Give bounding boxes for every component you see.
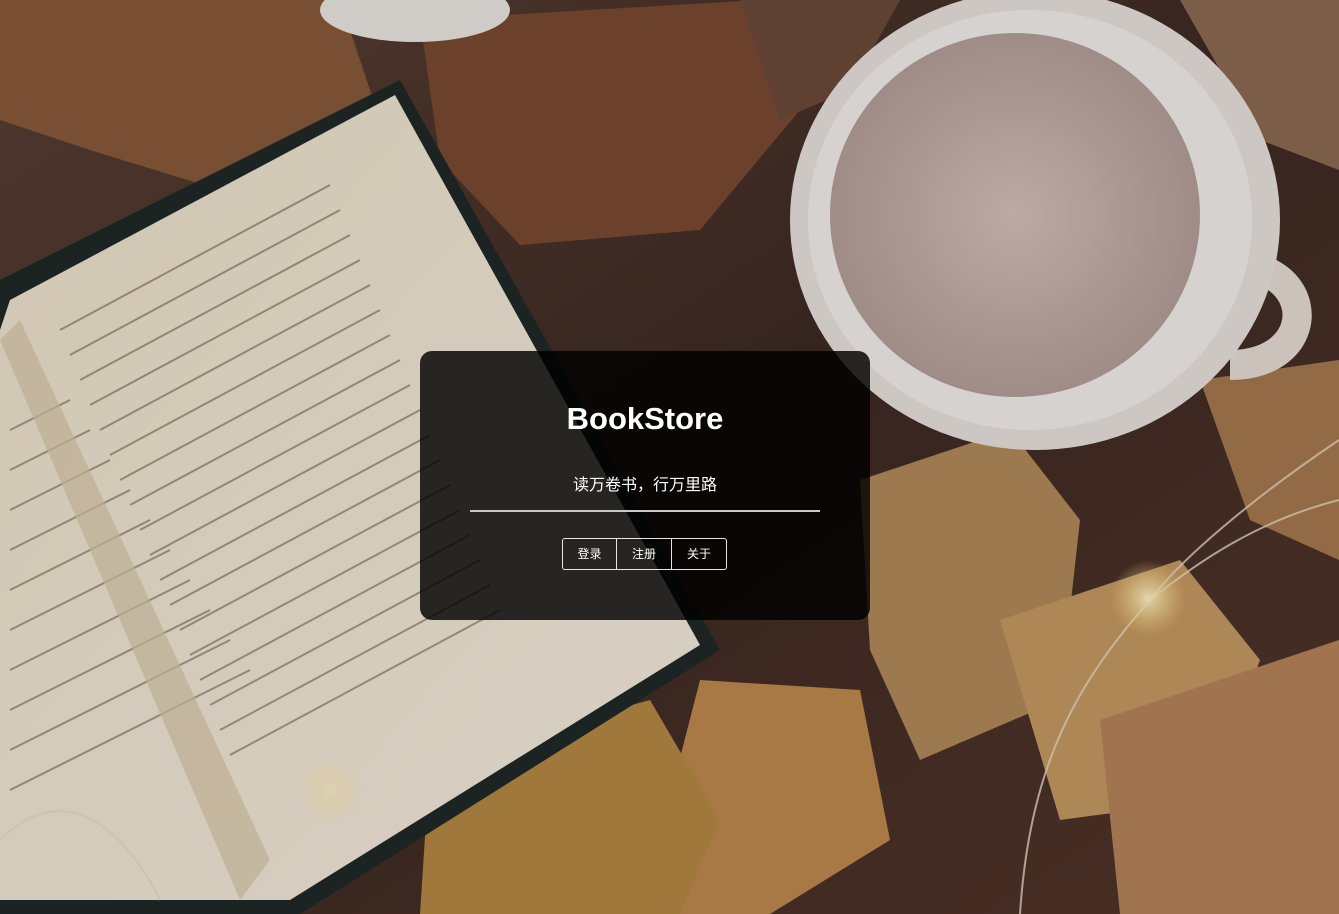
app-title: BookStore: [566, 401, 724, 436]
login-button[interactable]: 登录: [562, 538, 617, 570]
slogan-text: 读万卷书，行万里路: [572, 475, 717, 494]
about-button[interactable]: 关于: [672, 538, 727, 570]
register-button[interactable]: 注册: [617, 538, 672, 570]
divider-line: [470, 510, 820, 512]
welcome-card: BookStore 读万卷书，行万里路 登录 注册 关于: [420, 351, 870, 620]
nav-button-group: 登录 注册 关于: [562, 538, 727, 570]
